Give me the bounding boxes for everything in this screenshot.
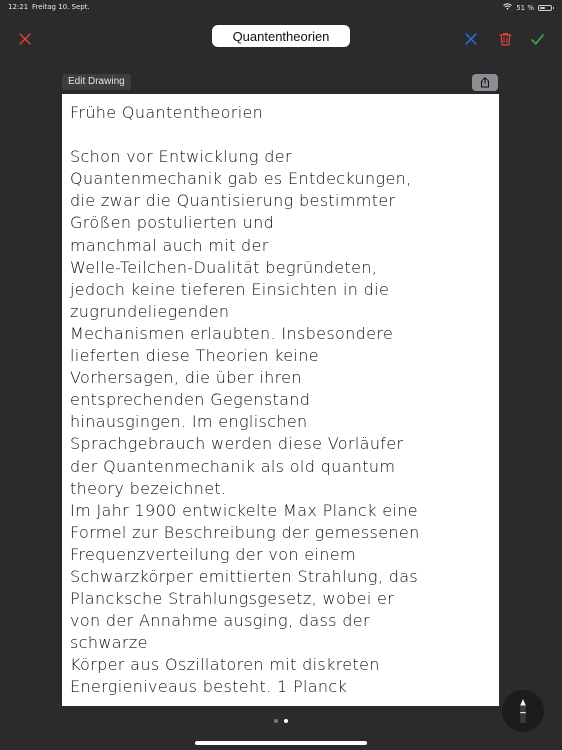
pencil-icon xyxy=(520,699,526,723)
title-field[interactable]: Quantentheorien xyxy=(212,25,350,47)
home-indicator xyxy=(195,741,367,745)
status-time: 12:21 xyxy=(8,3,29,11)
drawing-line: Schon vor Entwicklung der xyxy=(70,147,292,167)
drawing-line: Schwarzkörper emittierten Strahlung, das xyxy=(70,566,419,586)
drawing-line: Größen postulierten und xyxy=(70,213,275,233)
drawing-line: jedoch keine tieferen Einsichten in die xyxy=(70,279,390,299)
pencil-tool-button[interactable] xyxy=(502,690,544,732)
drawing-line: Körper aus Oszillatoren mit diskreten xyxy=(70,655,380,675)
battery-fill xyxy=(540,6,546,9)
battery-text: 51 % xyxy=(516,3,534,12)
battery-icon xyxy=(538,4,554,11)
eraser-icon xyxy=(465,33,477,45)
checkmark-icon xyxy=(530,33,544,45)
drawing-line: zugrundeliegenden xyxy=(70,301,230,321)
drawing-line: Frequenzverteilung der von einem xyxy=(70,544,356,564)
handwritten-text: Frühe Quantentheorien Schon vor Entwickl… xyxy=(70,102,495,699)
page-indicator xyxy=(0,719,562,723)
battery-tip xyxy=(552,6,554,9)
drawing-line: theory bezeichnet. xyxy=(70,478,227,498)
drawing-heading: Frühe Quantentheorien xyxy=(70,103,264,122)
status-indicators: 51 % xyxy=(503,3,554,12)
status-date: Freitag 10. Sept. xyxy=(32,3,90,11)
drawing-line: Welle-Teilchen-Dualität begründeten, xyxy=(70,257,378,277)
drawing-line: Energieniveaus besteht. 1 Planck xyxy=(70,677,348,697)
share-button[interactable] xyxy=(472,74,498,91)
drawing-line: lieferten diese Theorien keine xyxy=(70,346,319,366)
wifi-icon xyxy=(503,3,513,12)
drawing-line: Im Jahr 1900 entwickelte Max Planck eine xyxy=(70,500,418,520)
drawing-line: Plancksche Strahlungsgesetz, wobei er xyxy=(70,589,395,609)
trash-icon xyxy=(498,32,512,46)
close-icon xyxy=(19,33,31,45)
drawing-line: Formel zur Beschreibung der gemessenen xyxy=(70,522,420,542)
status-bar: 12:21 Freitag 10. Sept. 51 % xyxy=(0,0,562,16)
drawing-line: die zwar die Quantisierung bestimmter xyxy=(70,191,396,211)
confirm-button[interactable] xyxy=(526,28,548,50)
drawing-line: hinausgingen. Im englischen xyxy=(70,412,308,432)
drawing-canvas[interactable]: Frühe Quantentheorien Schon vor Entwickl… xyxy=(62,94,499,706)
drawing-line: von der Annahme ausging, dass der xyxy=(70,611,370,631)
share-icon xyxy=(481,77,489,88)
drawing-line: der Quantenmechanik als old quantum xyxy=(70,456,396,476)
page-dot-1[interactable] xyxy=(274,719,278,723)
close-button[interactable] xyxy=(14,28,36,50)
drawing-line: Quantenmechanik gab es Entdeckungen, xyxy=(70,169,412,189)
drawing-line: schwarze xyxy=(70,633,148,653)
eraser-button[interactable] xyxy=(460,28,482,50)
page-dot-2[interactable] xyxy=(284,719,288,723)
drawing-line: manchmal auch mit der xyxy=(70,235,269,255)
edit-drawing-button[interactable]: Edit Drawing xyxy=(62,74,131,90)
drawing-line: Sprachgebrauch werden diese Vorläufer xyxy=(70,434,404,454)
drawing-line: entsprechenden Gegenstand xyxy=(70,390,311,410)
delete-button[interactable] xyxy=(494,28,516,50)
note-title: Quantentheorien xyxy=(232,28,330,44)
drawing-line: Mechanismen erlaubten. Insbesondere xyxy=(70,323,394,343)
drawing-lines: Schon vor Entwicklung der Quantenmechanik… xyxy=(70,146,495,698)
drawing-line: Vorhersagen, die über ihren xyxy=(70,368,302,388)
